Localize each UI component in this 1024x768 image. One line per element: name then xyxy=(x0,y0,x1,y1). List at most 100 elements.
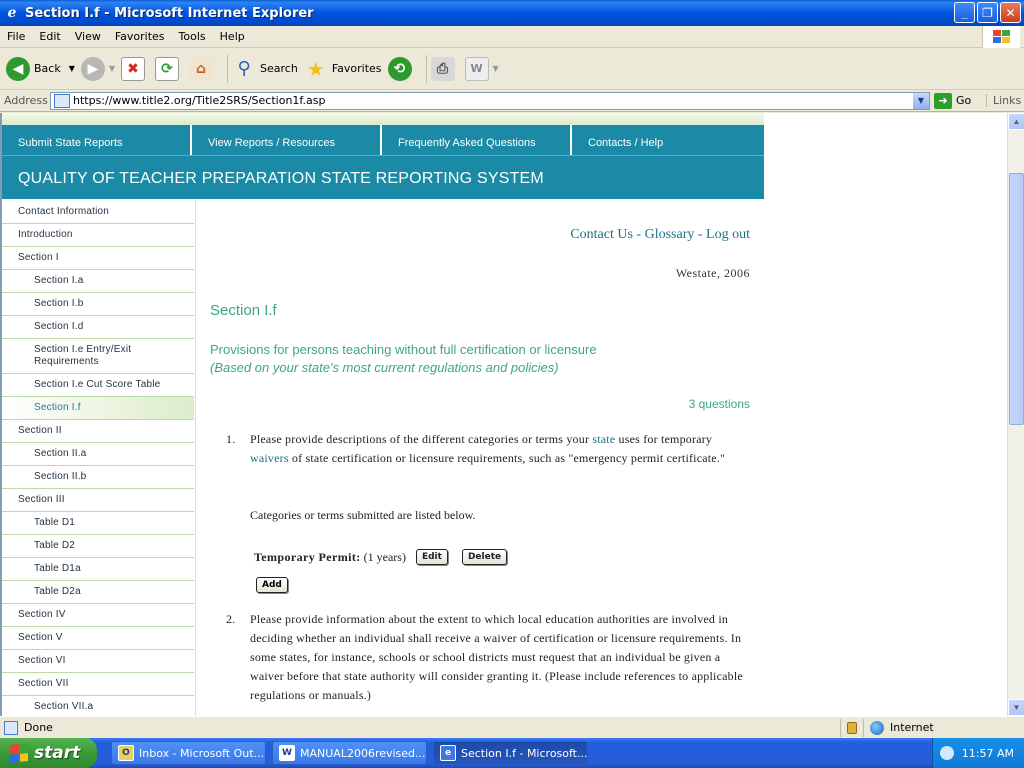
taskbar: start O Inbox - Microsoft Out... W MANUA… xyxy=(0,738,1024,768)
menu-view[interactable]: View xyxy=(68,30,108,43)
sidebar-item-section-i[interactable]: Section I xyxy=(2,247,194,270)
nav-contacts-help[interactable]: Contacts / Help xyxy=(572,125,762,155)
scroll-down-icon[interactable]: ▼ xyxy=(1008,699,1024,716)
site-banner: QUALITY OF TEACHER PREPARATION STATE REP… xyxy=(2,155,764,199)
edit-dropdown-icon: ▼ xyxy=(492,64,499,73)
home-button[interactable]: ⌂ xyxy=(189,56,217,81)
maximize-button[interactable]: ❐ xyxy=(977,2,998,23)
sidebar-item-section-ii-b[interactable]: Section II.b xyxy=(2,466,194,489)
scroll-thumb[interactable] xyxy=(1009,173,1024,425)
sidebar-item-section-i-e-entry-exit-requirements[interactable]: Section I.e Entry/Exit Requirements xyxy=(2,339,194,374)
stop-button[interactable]: ✖ xyxy=(121,56,149,81)
refresh-button[interactable]: ⟳ xyxy=(155,56,183,81)
main-content: Contact Us - Glossary - Log out Westate,… xyxy=(195,201,764,716)
sidebar-item-section-ii[interactable]: Section II xyxy=(2,420,194,443)
windows-flag-icon xyxy=(10,743,28,763)
status-text: Done xyxy=(24,721,53,734)
address-input[interactable]: https://www.title2.org/Title2SRS/Section… xyxy=(50,91,930,110)
sidebar-item-table-d1a[interactable]: Table D1a xyxy=(2,558,194,581)
question-count: 3 questions xyxy=(688,397,750,411)
contact-us-link[interactable]: Contact Us xyxy=(570,227,633,242)
links-button[interactable]: Links xyxy=(986,94,1021,107)
sidebar-item-section-i-b[interactable]: Section I.b xyxy=(2,293,194,316)
edit-button[interactable]: Edit xyxy=(415,549,448,565)
sidebar-item-section-i-e-cut-score-table[interactable]: Section I.e Cut Score Table xyxy=(2,374,194,397)
question-2: 2. Please provide information about the … xyxy=(226,612,743,702)
minimize-button[interactable]: _ xyxy=(954,2,975,23)
sidebar-item-section-vii-a[interactable]: Section VII.a xyxy=(2,696,194,716)
vertical-scrollbar[interactable]: ▲ ▼ xyxy=(1007,113,1024,716)
sidebar-item-section-vi[interactable]: Section VI xyxy=(2,650,194,673)
task-outlook[interactable]: O Inbox - Microsoft Out... xyxy=(111,741,266,765)
forward-button[interactable]: ▶ ▼ xyxy=(80,56,115,81)
start-button[interactable]: start xyxy=(0,738,97,768)
top-strip xyxy=(2,113,764,125)
waivers-glossary-link[interactable]: waivers xyxy=(250,451,289,465)
lock-icon xyxy=(847,721,857,734)
refresh-icon: ⟳ xyxy=(155,56,180,81)
sidebar-item-section-ii-a[interactable]: Section II.a xyxy=(2,443,194,466)
glossary-link[interactable]: Glossary xyxy=(645,227,695,242)
ie-task-icon: e xyxy=(440,745,456,761)
address-dropdown-icon[interactable]: ▼ xyxy=(913,92,929,109)
edit-word-button[interactable]: W ▼ xyxy=(464,56,499,81)
sidebar-item-section-i-f[interactable]: Section I.f xyxy=(2,397,194,420)
sidebar-item-section-i-a[interactable]: Section I.a xyxy=(2,270,194,293)
ssl-lock-cell[interactable] xyxy=(840,718,863,737)
menu-edit[interactable]: Edit xyxy=(32,30,67,43)
go-arrow-icon: ➜ xyxy=(934,92,952,109)
submitted-note: Categories or terms submitted are listed… xyxy=(250,508,476,522)
printer-icon: ⎙ xyxy=(430,56,455,81)
menu-file[interactable]: File xyxy=(0,30,32,43)
sidebar-item-section-iii[interactable]: Section III xyxy=(2,489,194,512)
back-arrow-icon: ◀ xyxy=(6,56,30,81)
nav-faq[interactable]: Frequently Asked Questions xyxy=(382,125,572,155)
sidebar-item-section-iv[interactable]: Section IV xyxy=(2,604,194,627)
menu-help[interactable]: Help xyxy=(213,30,252,43)
state-glossary-link[interactable]: state xyxy=(592,432,615,446)
sidebar-item-contact-information[interactable]: Contact Information xyxy=(2,201,194,224)
task-word[interactable]: W MANUAL2006revised.... xyxy=(272,741,427,765)
provision-title: Provisions for persons teaching without … xyxy=(210,342,597,357)
go-button[interactable]: ➜ Go xyxy=(934,92,984,109)
provision-subtitle: (Based on your state's most current regu… xyxy=(210,360,559,375)
system-tray: 11:57 AM xyxy=(932,738,1024,768)
permit-entry: Temporary Permit: (1 years) Edit Delete xyxy=(254,549,508,565)
close-button[interactable]: ✕ xyxy=(1000,2,1021,23)
delete-button[interactable]: Delete xyxy=(461,549,508,565)
print-button[interactable]: ⎙ xyxy=(430,56,459,81)
question-number: 1. xyxy=(226,432,236,446)
favorites-star-icon: ★ xyxy=(306,56,325,81)
sidebar-item-table-d2[interactable]: Table D2 xyxy=(2,535,194,558)
zone-text: Internet xyxy=(890,721,934,734)
sidebar-item-section-vii[interactable]: Section VII xyxy=(2,673,194,696)
home-icon: ⌂ xyxy=(189,56,214,81)
permit-duration: (1 years) xyxy=(363,549,406,564)
logout-link[interactable]: Log out xyxy=(706,227,750,242)
nav-submit-state-reports[interactable]: Submit State Reports xyxy=(2,125,192,155)
outlook-icon: O xyxy=(118,745,134,761)
sidebar-item-introduction[interactable]: Introduction xyxy=(2,224,194,247)
nav-view-reports-resources[interactable]: View Reports / Resources xyxy=(192,125,382,155)
sidebar-item-section-i-d[interactable]: Section I.d xyxy=(2,316,194,339)
sidebar-item-section-v[interactable]: Section V xyxy=(2,627,194,650)
stop-icon: ✖ xyxy=(121,56,146,81)
tray-icon[interactable] xyxy=(939,746,954,760)
favorites-button[interactable]: ★ Favorites xyxy=(304,57,382,81)
add-button[interactable]: Add xyxy=(256,577,288,593)
sidebar-item-table-d1[interactable]: Table D1 xyxy=(2,512,194,535)
windows-logo-icon xyxy=(982,26,1020,48)
menu-bar: File Edit View Favorites Tools Help xyxy=(0,26,1024,48)
menu-favorites[interactable]: Favorites xyxy=(108,30,172,43)
menu-tools[interactable]: Tools xyxy=(172,30,213,43)
window-title-bar[interactable]: e Section I.f - Microsoft Internet Explo… xyxy=(0,0,1024,26)
history-button[interactable]: ⟲ xyxy=(387,56,416,81)
state-year: Westate, 2006 xyxy=(675,266,750,280)
back-button[interactable]: ◀ Back ▼ xyxy=(6,56,75,81)
scroll-up-icon[interactable]: ▲ xyxy=(1008,113,1024,130)
back-dropdown-icon[interactable]: ▼ xyxy=(69,64,75,73)
sidebar-item-table-d2a[interactable]: Table D2a xyxy=(2,581,194,604)
task-ie[interactable]: e Section I.f - Microsoft... xyxy=(433,741,588,765)
search-button[interactable]: ⚲ Search xyxy=(232,57,297,81)
history-icon: ⟲ xyxy=(387,56,412,81)
